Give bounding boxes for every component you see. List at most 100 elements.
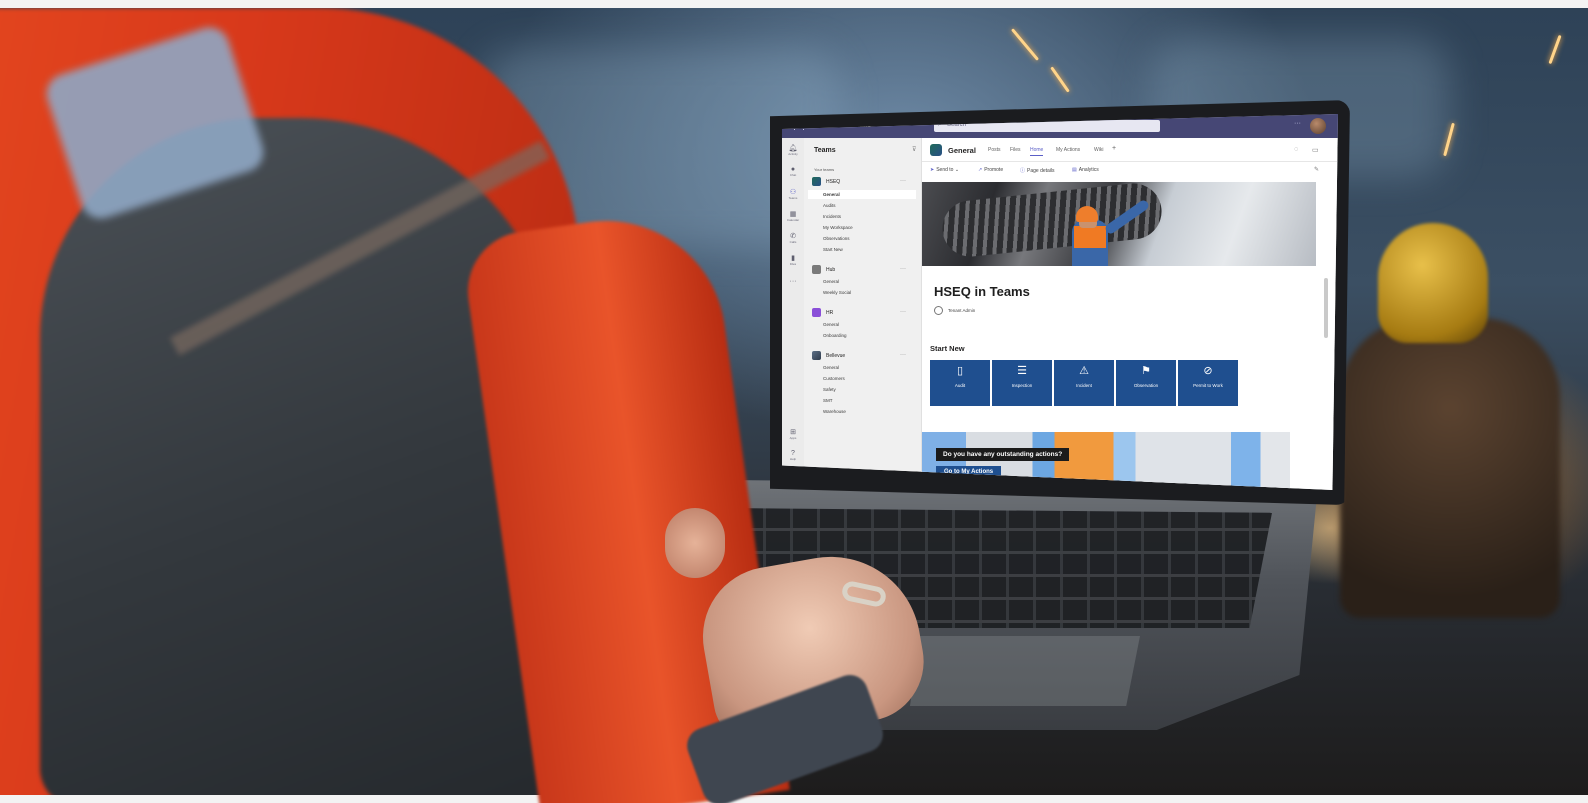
flag-icon: ⚑: [1141, 365, 1151, 377]
channel-observations[interactable]: Observations: [823, 236, 850, 241]
rail-item-label: Calls: [789, 240, 797, 244]
tile-incident[interactable]: ⚠ Incident: [1054, 360, 1114, 406]
tile-label: Inspection: [1011, 383, 1033, 388]
tile-audit[interactable]: ▯ Audit: [930, 360, 990, 406]
teams-list-panel: Teams ⊽ Your teams HSEQ ··· General Audi…: [804, 138, 922, 490]
rail-item-activity[interactable]: 🔔︎ Activity: [785, 144, 801, 156]
team-name: HSEQ: [826, 178, 841, 185]
conversation-icon[interactable]: ◌: [1294, 146, 1298, 153]
rail-item-label: Calendar: [786, 218, 800, 222]
laptop-trackpad: [910, 636, 1140, 706]
channel-general[interactable]: General: [823, 322, 839, 327]
left-hand: [665, 508, 725, 578]
team-logo: [812, 351, 821, 360]
channel-header: General Posts Files Home My Actions Wiki…: [922, 138, 1338, 162]
promote-button[interactable]: ↗ Promote: [978, 167, 1003, 173]
app-rail: 🔔︎ Activity ● Chat ⚇ Teams ▦ Calendar ✆ …: [782, 138, 804, 490]
channel-customers[interactable]: Customers: [823, 376, 845, 381]
add-tab-icon[interactable]: +: [1112, 145, 1116, 152]
channel-onboarding[interactable]: Onboarding: [823, 333, 847, 338]
channel-warehouse[interactable]: Warehouse: [823, 409, 846, 414]
tab-files[interactable]: Files: [1010, 147, 1021, 153]
foreground-jacket-panel: [40, 118, 560, 795]
tile-inspection[interactable]: ☰ Inspection: [992, 360, 1052, 406]
channel-safety[interactable]: Safety: [823, 387, 836, 392]
channel-content: General Posts Files Home My Actions Wiki…: [922, 138, 1338, 490]
channel-audits[interactable]: Audits: [823, 203, 836, 208]
hero-worker-vest: [1074, 226, 1106, 248]
channel-incidents[interactable]: Incidents: [823, 214, 841, 219]
send-icon: ➤: [930, 167, 935, 173]
more-options-icon[interactable]: ···: [1294, 120, 1301, 127]
tab-posts[interactable]: Posts: [988, 147, 1001, 153]
page-scrollbar[interactable]: [1324, 278, 1328, 338]
rail-item-teams[interactable]: ⚇ Teams: [785, 188, 801, 200]
teams-panel-title: Teams: [814, 147, 836, 154]
rail-item-apps[interactable]: ⊞ Apps: [785, 428, 801, 440]
team-logo: [812, 308, 821, 317]
channel-general[interactable]: General: [823, 365, 839, 370]
bell-icon: 🔔︎: [788, 145, 798, 152]
team-bellevue[interactable]: Bellevue: [812, 351, 845, 360]
hero-worker-helmet: [1076, 206, 1098, 222]
channel-smt[interactable]: SMT: [823, 398, 833, 403]
spark: [1548, 34, 1562, 65]
send-to-button[interactable]: ➤ Send to ⌄: [930, 167, 959, 173]
rail-item-calendar[interactable]: ▦ Calendar: [785, 210, 801, 222]
command-label: Send to: [936, 167, 954, 173]
team-logo: [812, 265, 821, 274]
tab-home[interactable]: Home: [1030, 147, 1044, 156]
promote-icon: ↗: [978, 167, 983, 173]
info-icon: ⓘ: [1020, 168, 1026, 174]
rail-item-files[interactable]: ▮ Files: [785, 254, 801, 266]
team-hr[interactable]: HR: [812, 308, 833, 317]
page-details-button[interactable]: ⓘ Page details: [1020, 167, 1055, 174]
rail-item-chat[interactable]: ● Chat: [785, 166, 801, 177]
tab-my-actions[interactable]: My Actions: [1056, 147, 1080, 153]
rail-item-label: Apps: [789, 436, 797, 440]
channel-name: General: [948, 146, 976, 155]
channel-general[interactable]: General: [823, 279, 839, 284]
your-teams-heading: Your teams: [814, 167, 835, 172]
spark: [1050, 66, 1070, 93]
rail-item-help[interactable]: ? Help: [785, 450, 801, 461]
analytics-button[interactable]: ▤ Analytics: [1072, 167, 1099, 173]
hero-machinery: [939, 182, 1165, 260]
rail-item-calls[interactable]: ✆ Calls: [785, 232, 801, 244]
channel-weekly-social[interactable]: Weekly Social: [823, 290, 851, 295]
tile-observation[interactable]: ⚑ Observation: [1116, 360, 1176, 406]
tab-wiki[interactable]: Wiki: [1094, 147, 1103, 153]
team-hseq[interactable]: HSEQ: [812, 177, 840, 186]
command-label: Promote: [984, 167, 1004, 173]
tile-permit-to-work[interactable]: ⊘ Permit to Work: [1178, 360, 1238, 406]
rail-item-label: Activity: [788, 152, 798, 156]
channel-start-new[interactable]: Start New: [823, 247, 843, 252]
team-name: HR: [826, 309, 834, 316]
permit-icon: ⊘: [1203, 365, 1213, 377]
background-worker: [1340, 318, 1560, 618]
channel-general[interactable]: General: [808, 190, 916, 199]
team-more-icon[interactable]: ···: [900, 178, 906, 184]
team-more-icon[interactable]: ···: [900, 309, 906, 315]
spark: [1010, 28, 1040, 61]
video-call-icon[interactable]: ▭: [1312, 146, 1319, 154]
warning-icon: ⚠: [1079, 365, 1089, 377]
team-name: Hub: [826, 266, 836, 273]
file-icon: ▮: [791, 255, 795, 262]
audit-icon: ▯: [956, 365, 964, 377]
team-more-icon[interactable]: ···: [900, 352, 906, 358]
edit-pencil-icon[interactable]: ✎: [1314, 166, 1319, 173]
channel-my-workspace[interactable]: My Workspace: [823, 225, 853, 230]
chat-icon: ●: [790, 166, 796, 173]
more-apps-icon[interactable]: ···: [785, 278, 801, 285]
rail-item-label: Chat: [789, 173, 797, 177]
author-avatar-icon: [934, 306, 943, 315]
hero-image: [922, 182, 1316, 266]
user-avatar[interactable]: [1310, 118, 1326, 134]
team-hub[interactable]: Hub: [812, 265, 835, 274]
team-more-icon[interactable]: ···: [900, 266, 906, 272]
filter-icon[interactable]: ⊽: [912, 146, 916, 153]
command-label: Analytics: [1078, 167, 1099, 173]
team-name: Bellevue: [826, 352, 846, 359]
tile-label: Permit to Work: [1193, 383, 1223, 388]
